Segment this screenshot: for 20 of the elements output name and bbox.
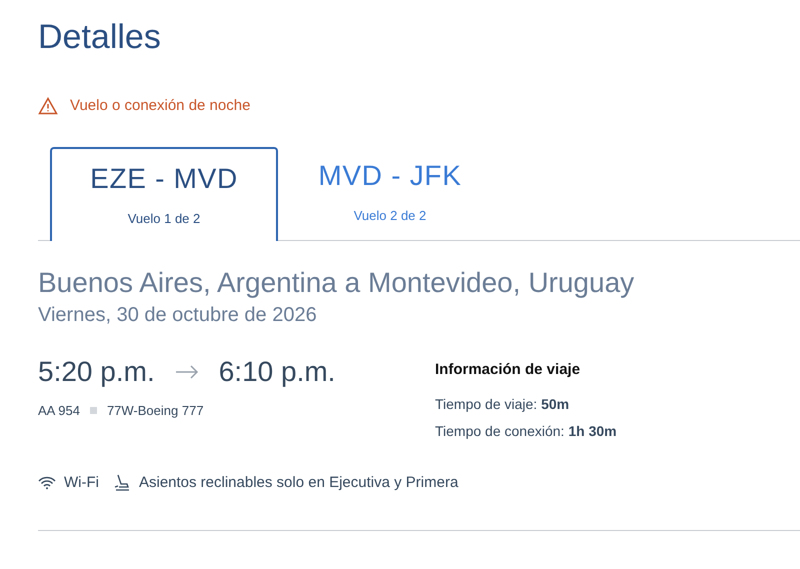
info-title: Información de viaje bbox=[435, 360, 580, 380]
flight-tab[interactable]: EZE - MVD Vuelo 1 de 2 bbox=[50, 147, 278, 241]
wifi-icon bbox=[38, 476, 56, 490]
seat-icon bbox=[112, 474, 131, 492]
flight-number: AA 954 bbox=[38, 402, 80, 420]
flight-date: Viernes, 30 de octubre de 2026 bbox=[38, 303, 317, 328]
amenity-label: Asientos reclinables solo en Ejecutiva y Primera bbox=[138, 472, 458, 492]
departure-time: 5:20 p.m. bbox=[38, 355, 155, 389]
route-heading: Buenos Aires, Argentina a Montevideo, Uruguay bbox=[38, 266, 634, 300]
page-title: Detalles bbox=[38, 17, 161, 58]
info-row-text: Tiempo de viaje: 50m bbox=[435, 394, 570, 414]
amenity-label: Wi-Fi bbox=[64, 472, 99, 492]
night-flight-warning: Vuelo o conexión de noche bbox=[70, 96, 250, 116]
info-row-text: Tiempo de conexión: 1h 30m bbox=[435, 422, 617, 441]
arrival-time: 6:10 p.m. bbox=[218, 355, 336, 389]
flight-tab[interactable]: MVD - JFK Vuelo 2 de 2 bbox=[278, 146, 502, 240]
arrow-icon bbox=[174, 365, 199, 379]
separator-icon bbox=[90, 407, 97, 414]
aircraft-type: 77W-Boeing 777 bbox=[106, 402, 204, 420]
warning-icon bbox=[38, 96, 58, 115]
